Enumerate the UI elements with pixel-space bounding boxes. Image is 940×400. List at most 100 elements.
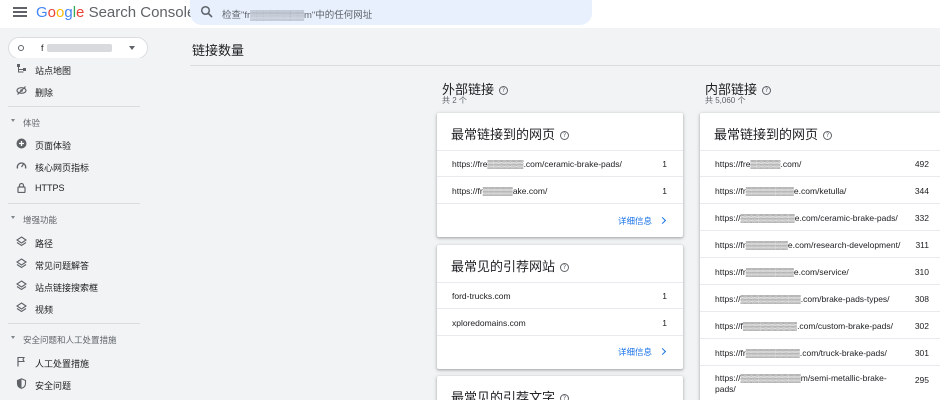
section-title: 安全问题和人工处置措施 — [23, 335, 117, 345]
eye-off-icon — [16, 86, 27, 95]
url-cell: https://fr▒▒▒▒▒▒▒▒e.com/ketulla/ — [715, 186, 847, 196]
site-cell: ford-trucks.com — [452, 291, 511, 301]
sidebar-divider — [8, 203, 140, 204]
url-cell: https://fre▒▒▒▒▒.com/ — [715, 159, 802, 169]
table-row[interactable]: https://fre▒▒▒▒▒.com/ 492 — [700, 150, 940, 177]
search-icon — [200, 5, 213, 18]
layers-icon — [16, 258, 27, 269]
sidebar-item-manual-actions[interactable]: 人工处置措施 — [0, 351, 150, 373]
table-row[interactable]: https://▒▒▒▒▒▒▒▒▒▒m/semi-metallic-brake-… — [700, 366, 940, 400]
card-title: 最常链接到的网页? — [714, 124, 833, 143]
section-title: 增强功能 — [23, 215, 58, 225]
table-row[interactable]: ford-trucks.com 1 — [437, 282, 683, 309]
url-inspection-search[interactable]: 检查"fr▒▒▒▒▒▒▒▒m"中的任何网址 — [190, 0, 592, 25]
property-selector[interactable]: f — [8, 37, 148, 59]
sidebar-item-breadcrumbs[interactable]: 路径 — [0, 231, 150, 253]
table-row[interactable]: https://f▒▒▒▒▒▒▒▒▒.com/custom-brake-pads… — [700, 312, 940, 339]
card-title: 最常链接到的网页? — [451, 124, 570, 143]
sidebar-item-page-experience[interactable]: 页面体验 — [0, 133, 150, 155]
chevron-right-icon — [658, 216, 667, 225]
more-details-link[interactable]: 详细信息 — [618, 215, 667, 227]
property-name: f — [41, 43, 44, 53]
more-details-link[interactable]: 详细信息 — [617, 346, 667, 358]
help-icon[interactable]: ? — [823, 131, 833, 140]
card-title-text: 最常链接到的网页 — [451, 127, 556, 142]
sidebar-item-removals[interactable]: 删除 — [0, 80, 150, 102]
help-icon[interactable]: ? — [560, 131, 570, 140]
table-row[interactable]: https://fr▒▒▒▒▒▒▒e.com/research-developm… — [700, 231, 940, 258]
external-top-linked-pages-card: 最常链接到的网页? https://fre▒▒▒▒▒▒.com/ceramic-… — [437, 113, 683, 237]
help-icon[interactable]: ? — [560, 263, 570, 272]
more-details-label: 详细信息 — [617, 347, 652, 357]
menu-icon[interactable] — [13, 5, 27, 19]
sidebar-item-label: 删除 — [35, 88, 54, 98]
site-cell: xploredomains.com — [452, 318, 526, 328]
help-icon[interactable]: ? — [762, 86, 772, 95]
sidebar-item-core-web-vitals[interactable]: 核心网页指标 — [0, 155, 150, 177]
sidebar-item-sitemaps[interactable]: 站点地图 — [0, 58, 150, 80]
layers-icon — [16, 236, 27, 247]
card-title: 最常见的引荐文字? — [451, 387, 570, 400]
url-cell: https://fr▒▒▒▒▒ake.com/ — [452, 186, 548, 196]
chevron-down-icon — [11, 216, 15, 219]
count-cell: 311 — [915, 240, 929, 250]
sidebar-item-label: 安全问题 — [35, 381, 72, 391]
search-placeholder: 检查"fr▒▒▒▒▒▒▒▒m"中的任何网址 — [222, 10, 373, 21]
count-cell: 1 — [662, 318, 667, 328]
sidebar-item-label: HTTPS — [35, 183, 65, 193]
top-app-bar: Google Search Console 检查"fr▒▒▒▒▒▒▒▒m"中的任… — [0, 0, 940, 28]
section-security[interactable]: 安全问题和人工处置措施 — [0, 331, 150, 347]
flag-icon — [17, 356, 25, 367]
url-cell: https://f▒▒▒▒▒▒▒▒▒.com/custom-brake-pads… — [715, 321, 893, 331]
count-cell: 1 — [662, 159, 667, 169]
sidebar-item-label: 人工处置措施 — [35, 359, 90, 369]
url-cell: https://▒▒▒▒▒▒▒▒▒e.com/ceramic-brake-pad… — [715, 213, 898, 223]
sidebar-item-label: 视频 — [35, 305, 54, 315]
count-cell: 308 — [914, 294, 929, 304]
sidebar-item-faq[interactable]: 常见问题解答 — [0, 253, 150, 275]
product-name: Search Console — [88, 4, 196, 21]
sidebar-divider — [8, 106, 140, 107]
sidebar-item-label: 路径 — [35, 239, 54, 249]
table-row[interactable]: xploredomains.com 1 — [437, 309, 683, 336]
table-row[interactable]: https://fr▒▒▒▒▒ake.com/ 1 — [437, 177, 683, 204]
count-cell: 344 — [914, 186, 929, 196]
table-row[interactable]: https://▒▒▒▒▒▒▒▒▒▒.com/brake-pads-types/… — [700, 285, 940, 312]
help-icon[interactable]: ? — [560, 394, 570, 400]
table-row[interactable]: https://fr▒▒▒▒▒▒▒▒▒.com/truck-brake-pads… — [700, 339, 940, 366]
internal-links-total: 共 5,060 个 — [705, 96, 746, 105]
google-wordmark: Google — [36, 4, 85, 21]
chevron-right-icon — [658, 347, 667, 356]
row-divider — [437, 282, 683, 283]
table-row[interactable]: https://fre▒▒▒▒▒▒.com/ceramic-brake-pads… — [437, 150, 683, 177]
app-logo[interactable]: Google Search Console — [36, 4, 195, 21]
section-title: 体验 — [23, 118, 41, 128]
table-row[interactable]: https://▒▒▒▒▒▒▒▒▒e.com/ceramic-brake-pad… — [700, 204, 940, 231]
header-divider — [190, 65, 940, 66]
table-row[interactable]: https://fr▒▒▒▒▒▒▒▒e.com/service/ 310 — [700, 258, 940, 285]
sidebar-item-label: 站点链接搜索框 — [35, 283, 99, 293]
plus-circle-icon — [16, 138, 27, 149]
table-row[interactable]: https://fr▒▒▒▒▒▒▒▒e.com/ketulla/ 344 — [700, 177, 940, 204]
help-icon[interactable]: ? — [499, 86, 509, 95]
external-top-linking-sites-card: 最常见的引荐网站? ford-trucks.com 1 xploredomain… — [437, 245, 683, 369]
count-cell: 1 — [662, 186, 667, 196]
page-title: 链接数量 — [192, 43, 245, 58]
url-cell: https://fr▒▒▒▒▒▒▒▒e.com/service/ — [715, 267, 849, 277]
chevron-down-icon — [129, 46, 135, 50]
sidebar-item-security-issues[interactable]: 安全问题 — [0, 373, 150, 395]
row-divider — [437, 203, 683, 204]
chevron-down-icon — [11, 119, 15, 122]
url-cell: https://fr▒▒▒▒▒▒▒▒▒.com/truck-brake-pads… — [715, 348, 887, 358]
url-cell: https://fre▒▒▒▒▒▒.com/ceramic-brake-pads… — [452, 159, 622, 169]
row-divider — [437, 150, 683, 151]
sidebar-item-label: 站点地图 — [35, 66, 72, 76]
section-experience[interactable]: 体验 — [0, 114, 150, 130]
property-name-redacted — [47, 44, 112, 52]
sidebar-item-sitelinks-searchbox[interactable]: 站点链接搜索框 — [0, 275, 150, 297]
sidebar-item-videos[interactable]: 视频 — [0, 297, 150, 319]
card-title: 最常见的引荐网站? — [451, 256, 570, 275]
section-enhancements[interactable]: 增强功能 — [0, 211, 150, 227]
sidebar-item-https[interactable]: HTTPS — [0, 177, 150, 199]
card-title-text: 最常见的引荐文字 — [451, 390, 556, 400]
